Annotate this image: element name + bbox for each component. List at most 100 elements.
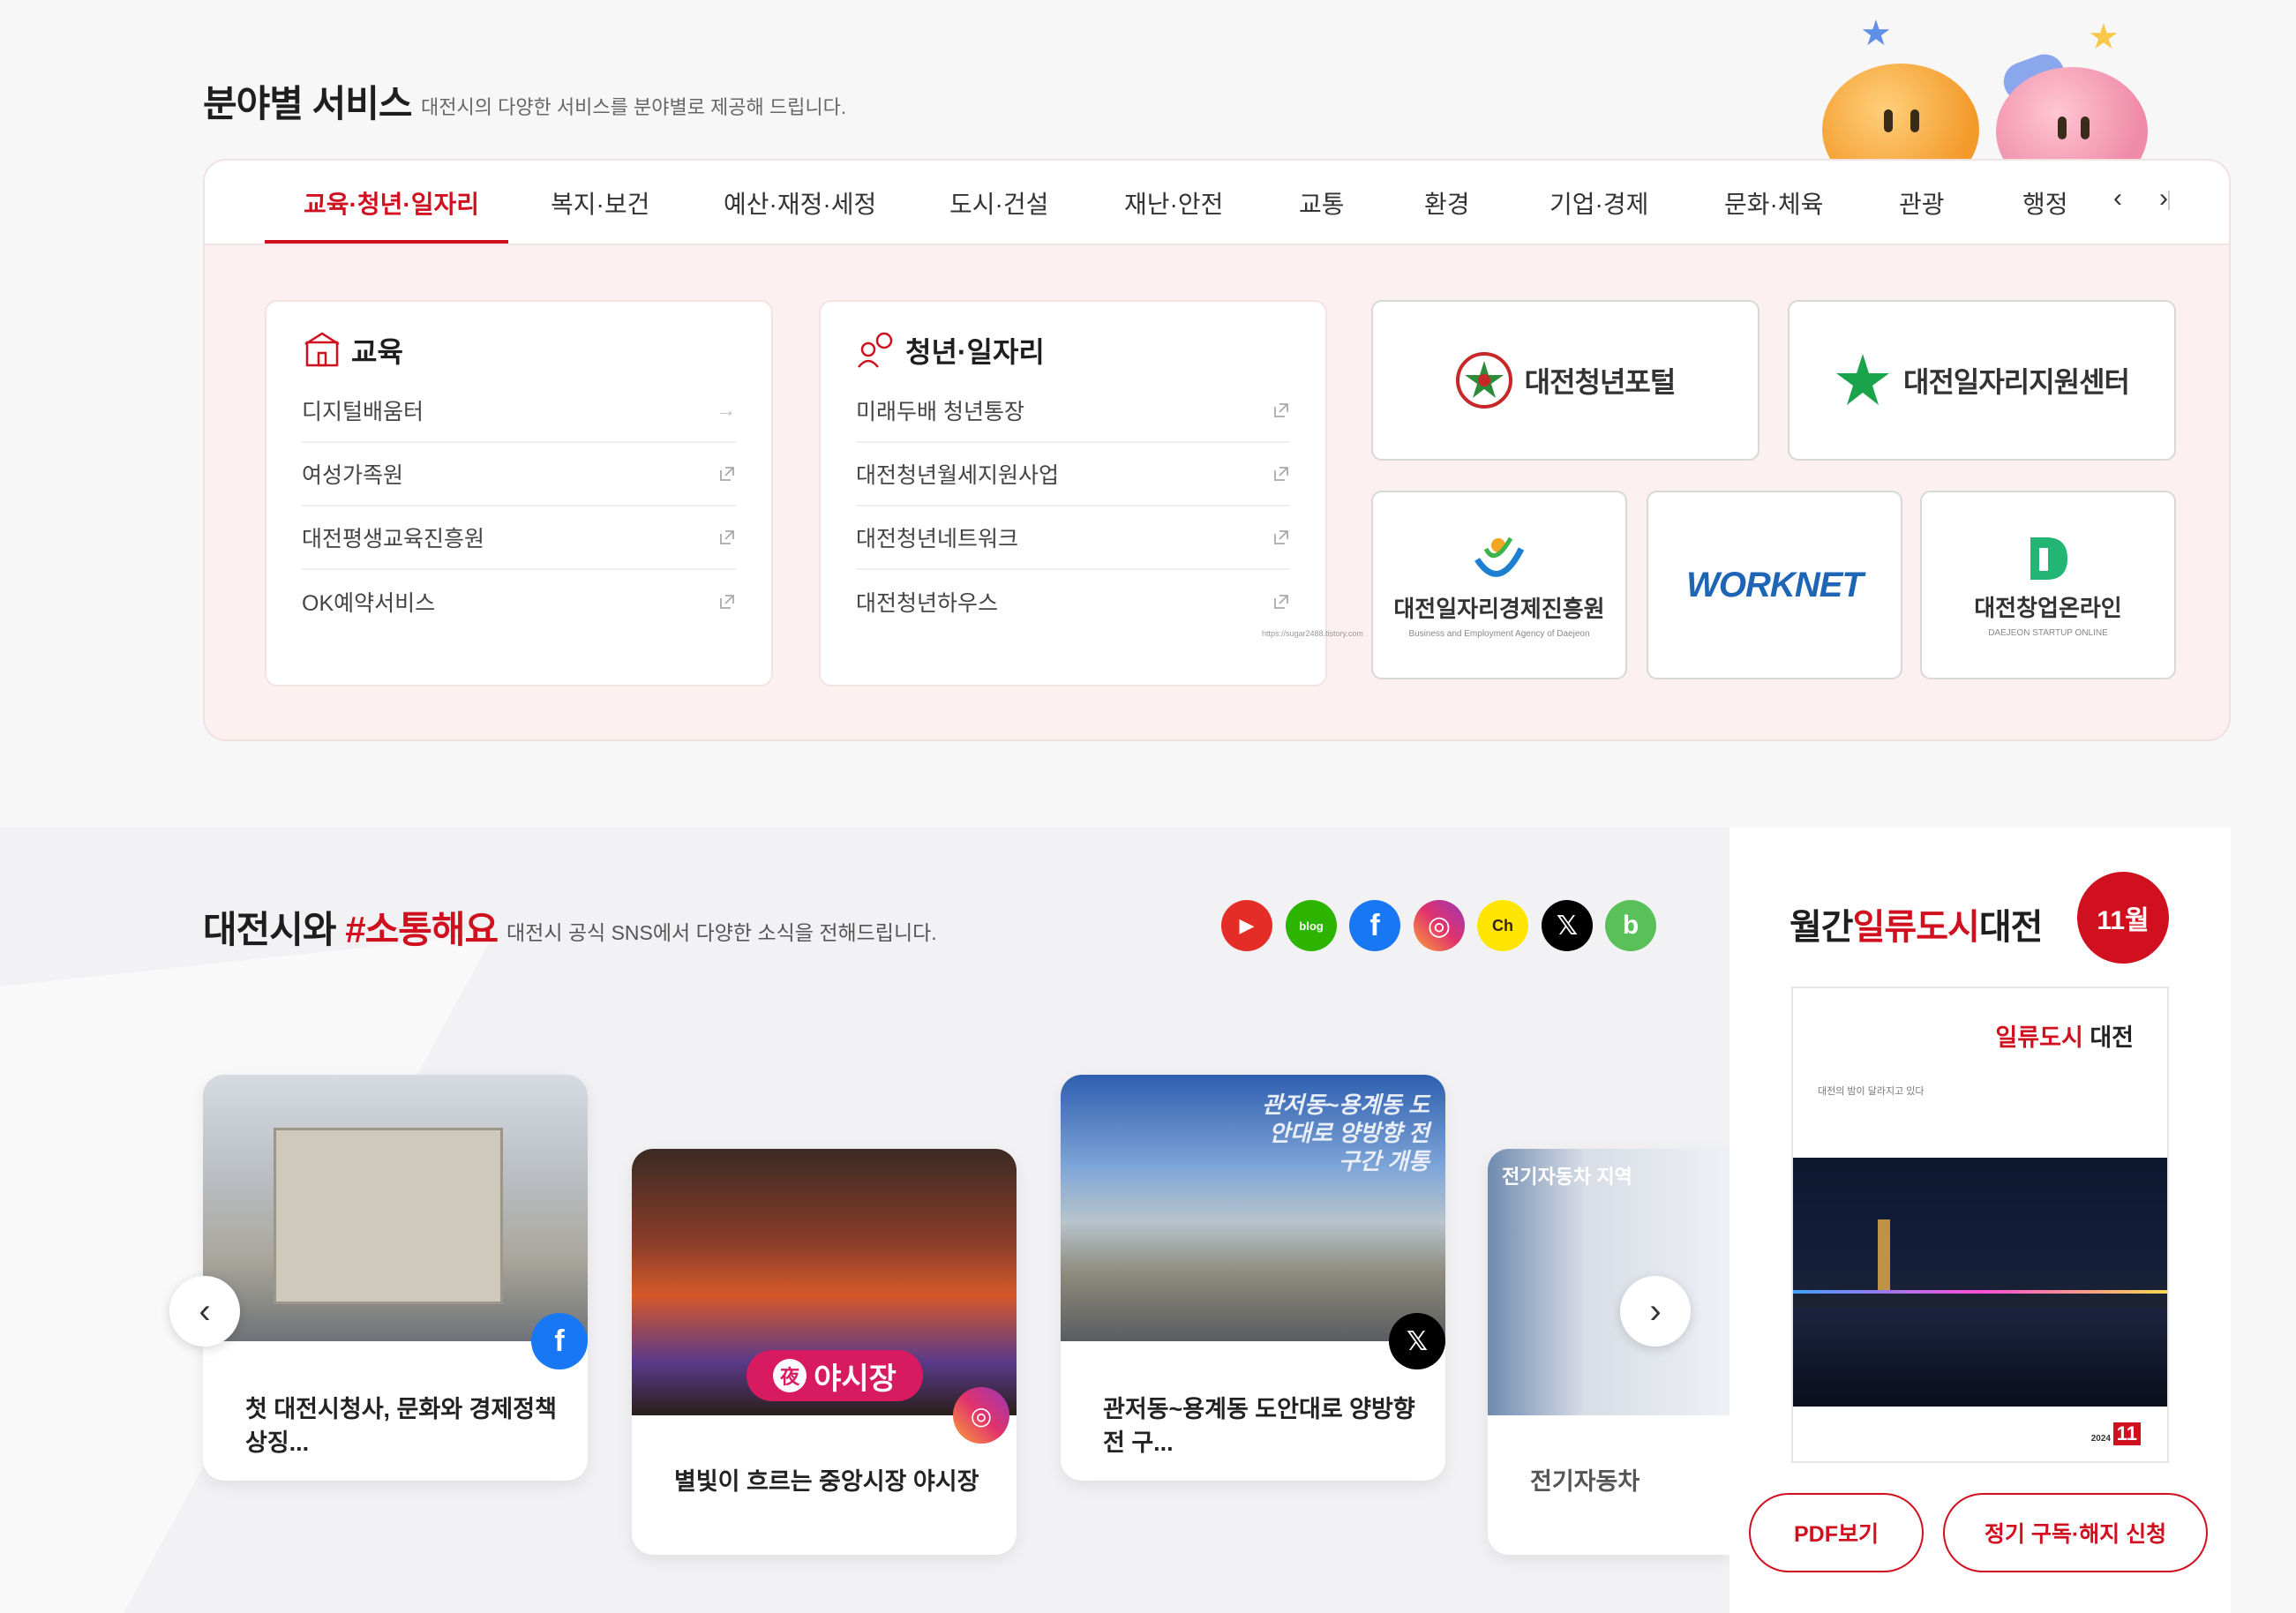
- cover-night-photo: [1793, 1158, 2167, 1407]
- youth-card-header: 청년·일자리: [856, 330, 1045, 371]
- month-badge: 11월: [2077, 872, 2169, 964]
- sns-post-card[interactable]: 관저동~용계동 도안대로 양방향 전 구간 개통 𝕏 관저동~용계동 도안대로 …: [1061, 1075, 1445, 1481]
- cover-headline: 대전의 밤이 달라지고 있다: [1818, 1086, 1925, 1097]
- worknet-logo: WORKNET: [1686, 565, 1864, 604]
- link-youth-rent-support[interactable]: 대전청년월세지원사업: [856, 443, 1290, 506]
- link-label: 미래두배 청년통장: [856, 400, 1024, 424]
- x-badge-icon: 𝕏: [1389, 1313, 1445, 1369]
- link-lifelong-education[interactable]: 대전평생교육진흥원: [302, 506, 736, 570]
- daejeon-emblem-icon: [1455, 352, 1512, 409]
- sns-post-card[interactable]: f 첫 대전시청사, 문화와 경제정책 상징...: [203, 1075, 588, 1481]
- post-title: 관저동~용계동 도안대로 양방향 전 구...: [1103, 1396, 1415, 1456]
- night-market-sign: 夜 야시장: [747, 1350, 923, 1401]
- post-image: 관저동~용계동 도안대로 양방향 전 구간 개통: [1061, 1075, 1445, 1341]
- link-label: 대전청년월세지원사업: [856, 463, 1060, 488]
- tab-urban-construction[interactable]: 도시·건설: [949, 185, 1048, 221]
- people-chat-icon: [858, 332, 893, 368]
- cover-tower: [1878, 1219, 1890, 1290]
- sns-post-card[interactable]: 夜 야시장 ◎ 별빛이 흐르는 중앙시장 야시장: [632, 1149, 1017, 1555]
- road-caption: 관저동~용계동 도안대로 양방향 전 구간 개통: [1262, 1092, 1429, 1174]
- link-label: 대전평생교육진흥원: [302, 527, 485, 551]
- tab-environment[interactable]: 환경: [1424, 185, 1470, 221]
- banner-employment-agency[interactable]: 대전일자리경제진흥원 Business and Employment Agenc…: [1371, 491, 1627, 679]
- tab-education-youth-jobs[interactable]: 교육·청년·일자리: [304, 185, 479, 221]
- link-label: 여성가족원: [302, 463, 404, 488]
- external-link-icon: [720, 530, 734, 544]
- education-card-title: 교육: [351, 336, 403, 368]
- post-title: 전기자동차: [1530, 1468, 1640, 1495]
- education-card-header: 교육: [302, 330, 403, 371]
- external-link-icon: [720, 595, 734, 609]
- subscribe-button[interactable]: 정기 구독·해지 신청: [1943, 1493, 2208, 1572]
- night-market-caption: 야시장: [814, 1362, 897, 1396]
- cover-issue-number: 11: [2112, 1422, 2141, 1445]
- cover-bridge-lights: [1793, 1290, 2167, 1294]
- link-ok-reservation[interactable]: OK예약서비스: [302, 570, 736, 634]
- banner-worknet[interactable]: WORKNET: [1647, 491, 1902, 679]
- magazine-title: 월간일류도시대전: [1790, 898, 2043, 949]
- link-digital-learning[interactable]: 디지털배움터 →: [302, 379, 736, 443]
- ev-caption: 전기자동차 지역: [1502, 1166, 1632, 1188]
- banner-startup-en: DAEJEON STARTUP ONLINE: [1988, 628, 2108, 638]
- tab-arrow-divider: [2168, 191, 2170, 210]
- tab-disaster-safety[interactable]: 재난·안전: [1124, 185, 1223, 221]
- arrow-right-icon: →: [717, 399, 736, 421]
- youtube-icon[interactable]: ▶: [1221, 900, 1272, 951]
- link-women-family[interactable]: 여성가족원: [302, 443, 736, 506]
- active-tab-indicator: [265, 240, 508, 244]
- tab-transport[interactable]: 교통: [1299, 185, 1345, 221]
- carousel-prev-button[interactable]: ‹: [169, 1276, 240, 1347]
- sns-section: 대전시와 #소통해요 대전시 공식 SNS에서 다양한 소식을 전해드립니다. …: [0, 828, 1730, 1613]
- banner-job-center[interactable]: 대전일자리지원센터: [1788, 300, 2176, 461]
- night-sign: 夜: [773, 1359, 807, 1392]
- banner-startup-label: 대전창업온라인: [1974, 595, 2122, 621]
- external-link-icon: [720, 467, 734, 481]
- tab-budget-finance-tax[interactable]: 예산·재정·세정: [724, 185, 876, 221]
- magazine-title-highlight: 일류도시: [1852, 908, 1980, 947]
- cover-brand-suffix: 대전: [2090, 1024, 2134, 1051]
- sns-post-card[interactable]: 전기자동차 지역 전기자동차: [1488, 1149, 1730, 1555]
- tab-next-icon[interactable]: ›: [2159, 184, 2168, 214]
- x-icon[interactable]: 𝕏: [1542, 900, 1593, 951]
- link-youth-account[interactable]: 미래두배 청년통장: [856, 379, 1290, 443]
- green-star-icon: [1836, 354, 1890, 405]
- services-panel: 교육·청년·일자리 복지·보건 예산·재정·세정 도시·건설 재난·안전 교통 …: [203, 159, 2231, 741]
- post-title: 별빛이 흐르는 중앙시장 야시장: [674, 1468, 979, 1495]
- services-title: 분야별 서비스: [203, 83, 413, 124]
- services-subtitle: 대전시의 다양한 서비스를 분야별로 제공해 드립니다.: [421, 96, 846, 118]
- link-youth-house[interactable]: 대전청년하우스: [856, 570, 1290, 634]
- cover-brand: 일류도시 대전: [1995, 1018, 2134, 1053]
- tab-prev-icon[interactable]: ‹: [2113, 184, 2122, 214]
- banner-youth-portal[interactable]: 대전청년포털: [1371, 300, 1760, 461]
- banner-youth-portal-label: 대전청년포털: [1524, 366, 1677, 398]
- facebook-icon[interactable]: f: [1349, 900, 1400, 951]
- education-card: 교육 디지털배움터 → 여성가족원 대전평생교육진흥원 OK예약서비스: [265, 300, 773, 686]
- agency-logo-icon: [1474, 536, 1525, 577]
- kakao-channel-icon[interactable]: Ch: [1477, 900, 1528, 951]
- services-section: 분야별 서비스 대전시의 다양한 서비스를 분야별로 제공해 드립니다. ★ ★…: [0, 0, 2296, 828]
- instagram-icon[interactable]: ◎: [1414, 900, 1465, 951]
- school-icon: [304, 332, 340, 367]
- tab-welfare-health[interactable]: 복지·보건: [551, 185, 649, 221]
- tab-administration[interactable]: 행정: [2022, 185, 2068, 221]
- link-label: 대전청년네트워크: [856, 527, 1019, 551]
- sns-subtitle: 대전시 공식 SNS에서 다양한 소식을 전해드립니다.: [506, 921, 937, 944]
- blog-icon[interactable]: blog: [1286, 900, 1337, 951]
- banner-agency-label: 대전일자리경제진흥원: [1393, 596, 1605, 622]
- tab-culture-sports[interactable]: 문화·체육: [1724, 185, 1823, 221]
- post-title: 첫 대전시청사, 문화와 경제정책 상징...: [245, 1396, 557, 1456]
- sns-title-prefix: 대전시와: [203, 909, 346, 950]
- sns-title: 대전시와 #소통해요: [203, 900, 499, 954]
- carousel-next-button[interactable]: ›: [1620, 1276, 1691, 1347]
- external-link-icon: [1274, 403, 1288, 417]
- band-icon[interactable]: b: [1605, 900, 1656, 951]
- magazine-cover[interactable]: 일류도시 대전 대전의 밤이 달라지고 있다 2024 11: [1791, 987, 2169, 1463]
- link-youth-network[interactable]: 대전청년네트워크: [856, 506, 1290, 570]
- link-label: OK예약서비스: [302, 591, 436, 616]
- pdf-view-button[interactable]: PDF보기: [1749, 1493, 1924, 1572]
- tab-business-economy[interactable]: 기업·경제: [1549, 185, 1648, 221]
- category-tabbar: 교육·청년·일자리 복지·보건 예산·재정·세정 도시·건설 재난·안전 교통 …: [205, 161, 2229, 245]
- tab-tourism[interactable]: 관광: [1899, 185, 1945, 221]
- banner-startup-online[interactable]: 대전창업온라인 DAEJEON STARTUP ONLINE: [1920, 491, 2176, 679]
- startup-logo-icon: [2030, 537, 2067, 580]
